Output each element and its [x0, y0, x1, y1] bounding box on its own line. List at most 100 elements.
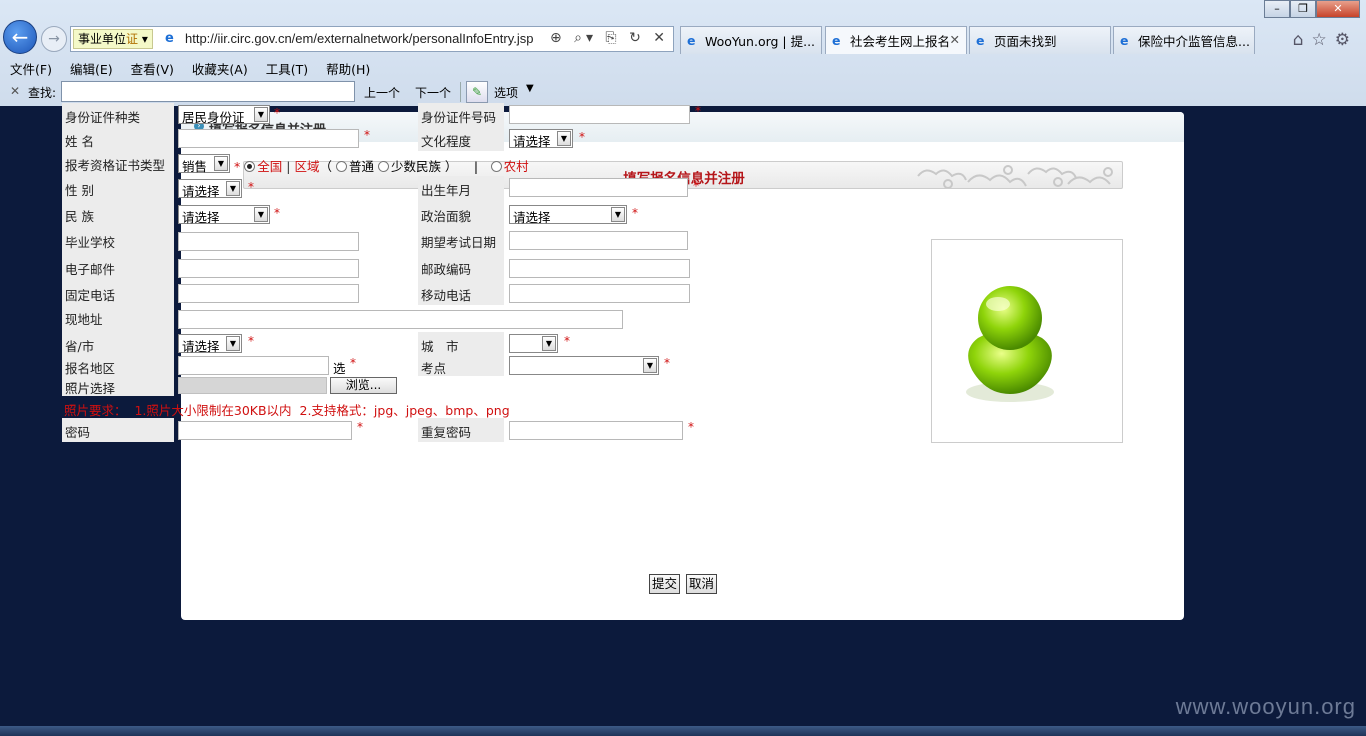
select-cert-type[interactable]: 销售 ▼	[178, 154, 230, 174]
address-bar[interactable]: 事业单位证 ▾ e http://iir.circ.gov.cn/em/exte…	[70, 26, 674, 52]
input-address[interactable]	[178, 310, 623, 329]
tab-label: 社会考生网上报名	[850, 34, 951, 49]
label-ethnicity: 民 族	[62, 202, 174, 228]
input-name[interactable]	[178, 129, 359, 148]
label-mobile: 移动电话	[418, 281, 504, 305]
tools-gear-icon[interactable]: ⚙	[1335, 30, 1358, 50]
minimize-button[interactable]: –	[1264, 0, 1290, 18]
row-address: 现地址	[62, 305, 942, 332]
label-gender: 性 别	[62, 176, 174, 202]
row-phone: 固定电话 移动电话	[62, 281, 942, 305]
label-normal: 普通	[348, 159, 374, 174]
cert-badge[interactable]: 事业单位证 ▾	[73, 29, 153, 49]
required-mark: *	[350, 356, 356, 370]
menu-tools[interactable]: 工具(T)	[256, 56, 316, 78]
menu-edit[interactable]: 编辑(E)	[60, 56, 121, 78]
input-password-confirm[interactable]	[509, 421, 683, 440]
select-exam-site[interactable]: ▼	[509, 356, 659, 375]
close-find-icon[interactable]: ✕	[10, 84, 20, 98]
required-mark: *	[579, 130, 585, 144]
select-political[interactable]: 请选择 ▼	[509, 205, 627, 225]
input-postcode[interactable]	[509, 259, 690, 278]
required-mark: *	[248, 334, 254, 348]
label-phone: 固定电话	[62, 281, 174, 305]
radio-normal[interactable]	[335, 161, 347, 172]
select-education[interactable]: 请选择 ▼	[509, 129, 573, 149]
row-photo: 照片选择 浏览...	[62, 376, 942, 396]
photo-requirements: 照片要求： 1.照片大小限制在30KB以内 2.支持格式：jpg、jpeg、bm…	[64, 403, 510, 418]
chevron-down-icon: ▼	[254, 207, 268, 222]
required-mark: *	[248, 180, 254, 194]
required-mark: *	[564, 334, 570, 348]
input-mobile[interactable]	[509, 284, 690, 303]
label-national: 全国	[257, 159, 283, 174]
chevron-down-icon: ▼	[542, 336, 556, 351]
find-prev-button[interactable]: 上一个	[364, 84, 400, 101]
find-bar: ✕ 查找: 上一个 下一个 ✎ 选项 ▼	[0, 78, 1366, 106]
browse-button[interactable]: 浏览...	[330, 377, 397, 394]
address-tools-icons[interactable]: ⊕ ⌕▾ ⎘ ↻ ✕	[550, 30, 669, 46]
select-id-type[interactable]: 居民身份证 ▼	[178, 105, 270, 125]
row-id: 身份证件种类 居民身份证 ▼ * 身份证件号码 *	[62, 103, 942, 127]
select-city[interactable]: ▼	[509, 334, 558, 353]
input-area[interactable]	[178, 356, 329, 375]
favorites-star-icon[interactable]: ☆	[1312, 30, 1335, 50]
row-ethnicity: 民 族 请选择 ▼ * 政治面貌 请选择 ▼ *	[62, 202, 942, 228]
cancel-button[interactable]: 取消	[686, 574, 717, 594]
close-window-button[interactable]: ✕	[1316, 0, 1360, 18]
windows-taskbar	[0, 726, 1366, 736]
select-ethnicity[interactable]: 请选择 ▼	[178, 205, 270, 225]
ie-icon: e	[832, 33, 841, 48]
tab-not-found[interactable]: e 页面未找到	[969, 26, 1111, 54]
required-mark: *	[357, 420, 363, 434]
tab-exam-signup[interactable]: e 社会考生网上报名 ✕	[825, 26, 967, 54]
select-value: 请选择	[182, 184, 220, 199]
select-province[interactable]: 请选择 ▼	[178, 334, 242, 354]
label-address: 现地址	[62, 305, 174, 332]
menu-file[interactable]: 文件(F)	[0, 56, 60, 78]
radio-minority[interactable]	[377, 161, 389, 172]
radio-national[interactable]	[244, 161, 256, 172]
input-id-number[interactable]	[509, 105, 690, 124]
photo-file-field[interactable]	[178, 377, 327, 394]
url-text[interactable]: http://iir.circ.gov.cn/em/externalnetwor…	[185, 31, 534, 46]
find-next-button[interactable]: 下一个	[415, 84, 451, 101]
label-exam-site: 考点	[418, 354, 504, 376]
find-options-button[interactable]: ✎ 选项 ▼	[466, 81, 542, 103]
label-area: 报名地区	[62, 354, 174, 376]
tab-label: WooYun.org | 提...	[705, 34, 816, 49]
chevron-down-icon: ▼	[226, 181, 240, 196]
input-password[interactable]	[178, 421, 352, 440]
ie-page-icon: e	[165, 31, 174, 46]
chevron-down-icon: ▼	[643, 358, 657, 373]
home-icon[interactable]: ⌂	[1293, 30, 1312, 50]
restore-button[interactable]: ❐	[1290, 0, 1316, 18]
select-area-link[interactable]: 选	[333, 358, 346, 377]
tab-wooyun[interactable]: e WooYun.org | 提...	[680, 26, 822, 54]
input-phone[interactable]	[178, 284, 359, 303]
input-exam-date[interactable]	[509, 231, 688, 250]
find-input[interactable]	[61, 81, 355, 102]
submit-button[interactable]: 提交	[649, 574, 680, 594]
forward-button[interactable]: →	[41, 26, 67, 52]
input-email[interactable]	[178, 259, 359, 278]
select-value: 请选择	[513, 134, 551, 149]
input-school[interactable]	[178, 232, 359, 251]
chevron-down-icon: ▼	[214, 156, 228, 171]
watermark: www.wooyun.org	[1175, 694, 1356, 719]
menu-help[interactable]: 帮助(H)	[316, 56, 378, 78]
tab-insurance[interactable]: e 保险中介监管信息...	[1113, 26, 1255, 54]
close-tab-icon[interactable]: ✕	[950, 32, 960, 47]
back-button[interactable]: ←	[3, 20, 37, 54]
required-mark: *	[664, 356, 670, 370]
chevron-down-icon: ▼	[526, 83, 534, 94]
select-gender[interactable]: 请选择 ▼	[178, 179, 242, 199]
row-name: 姓 名 * 文化程度 请选择 ▼ *	[62, 127, 942, 151]
required-mark: *	[632, 206, 638, 220]
menu-view[interactable]: 查看(V)	[121, 56, 182, 78]
menu-favorites[interactable]: 收藏夹(A)	[182, 56, 256, 78]
radio-rural[interactable]	[490, 161, 502, 172]
input-birth[interactable]	[509, 178, 688, 197]
label-id-number: 身份证件号码	[418, 103, 504, 127]
toolbar-icons: ⌂☆⚙	[1293, 30, 1358, 50]
